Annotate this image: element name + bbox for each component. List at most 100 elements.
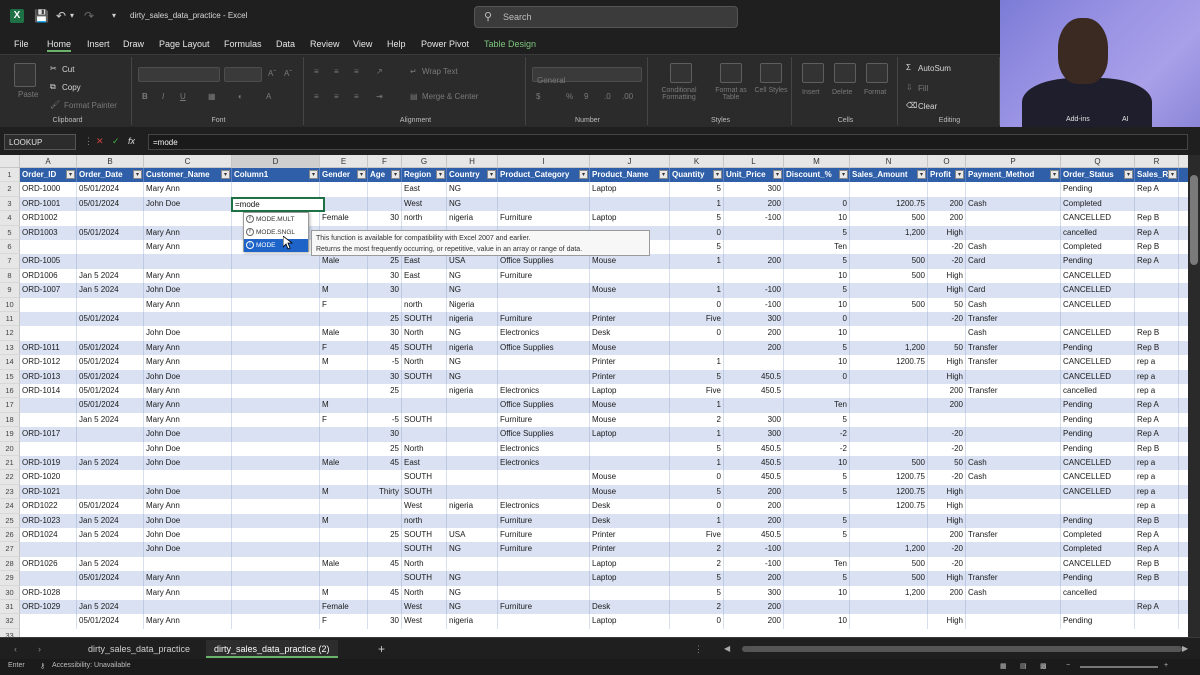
table-cell[interactable]: 500 <box>850 456 928 471</box>
table-cell[interactable]: 200 <box>928 384 966 399</box>
table-cell[interactable]: 5 <box>670 585 724 600</box>
tab-review[interactable]: Review <box>310 39 340 49</box>
table-cell[interactable]: 25 <box>368 441 402 456</box>
table-cell[interactable]: Pending <box>1061 398 1135 413</box>
table-cell[interactable]: 0 <box>670 470 724 485</box>
table-cell[interactable]: Furniture <box>498 513 590 528</box>
table-cell[interactable]: Electronics <box>498 326 590 341</box>
table-cell[interactable]: nigeria <box>447 340 498 356</box>
font-name-box[interactable] <box>138 67 220 82</box>
column-title[interactable]: Country ▾ <box>447 168 498 183</box>
table-cell[interactable] <box>144 211 232 226</box>
table-cell[interactable]: Pending <box>1061 427 1135 442</box>
table-cell[interactable]: Printer <box>590 312 670 327</box>
table-cell[interactable]: 30 <box>368 268 402 284</box>
column-header-b[interactable]: B <box>77 155 144 168</box>
table-cell[interactable]: 30 <box>368 211 402 226</box>
table-cell[interactable]: NG <box>447 542 498 557</box>
table-cell[interactable]: 0 <box>670 499 724 514</box>
table-cell[interactable] <box>498 182 590 197</box>
table-cell[interactable]: Rep A <box>1135 254 1179 269</box>
table-cell[interactable]: West <box>402 600 447 615</box>
table-cell[interactable]: 200 <box>724 614 784 629</box>
table-cell[interactable]: CANCELLED <box>1061 484 1135 500</box>
table-cell[interactable]: Furniture <box>498 211 590 226</box>
table-cell[interactable] <box>724 398 784 413</box>
column-header-m[interactable]: M <box>784 155 850 168</box>
table-cell[interactable]: 25 <box>368 254 402 269</box>
table-cell[interactable] <box>966 369 1061 384</box>
indent-icon[interactable]: ⇥ <box>376 92 383 101</box>
table-cell[interactable] <box>850 326 928 341</box>
table-cell[interactable]: Electronics <box>498 441 590 456</box>
table-cell[interactable]: 45 <box>368 556 402 572</box>
clear-button[interactable]: Clear <box>918 102 937 111</box>
row-header[interactable]: 33 <box>0 628 20 637</box>
table-cell[interactable]: CANCELLED <box>1061 283 1135 298</box>
column-title[interactable]: Unit_Price ▾ <box>724 168 784 183</box>
table-cell[interactable]: 5 <box>784 254 850 269</box>
table-cell[interactable]: High <box>928 268 966 284</box>
table-cell[interactable] <box>498 355 590 370</box>
table-cell[interactable]: 500 <box>850 254 928 269</box>
filter-dropdown-icon[interactable]: ▾ <box>773 170 782 179</box>
table-cell[interactable] <box>320 384 368 399</box>
table-cell[interactable]: 30 <box>368 326 402 341</box>
table-cell[interactable]: Office Supplies <box>498 398 590 413</box>
table-cell[interactable]: Rep B <box>1135 240 1179 255</box>
table-cell[interactable]: Mary Ann <box>144 355 232 370</box>
table-cell[interactable]: -20 <box>928 312 966 327</box>
column-header-f[interactable]: F <box>368 155 402 168</box>
table-cell[interactable]: -100 <box>724 556 784 572</box>
table-cell[interactable] <box>966 268 1061 284</box>
table-cell[interactable]: 200 <box>724 484 784 500</box>
table-cell[interactable] <box>498 571 590 586</box>
row-header[interactable]: 6 <box>0 240 20 255</box>
redo-icon[interactable]: ↷ <box>84 9 94 23</box>
table-cell[interactable]: Printer <box>590 355 670 370</box>
table-cell[interactable] <box>447 556 498 572</box>
table-cell[interactable] <box>850 427 928 442</box>
table-cell[interactable]: Cash <box>966 240 1061 255</box>
table-cell[interactable]: 5 <box>784 571 850 586</box>
table-cell[interactable] <box>402 384 447 399</box>
table-cell[interactable] <box>320 441 368 456</box>
table-cell[interactable]: ORD-1001 <box>20 196 77 212</box>
row-header[interactable]: 18 <box>0 412 20 428</box>
bold-icon[interactable]: B <box>142 92 148 101</box>
borders-icon[interactable]: ▦ <box>208 92 216 101</box>
table-cell[interactable]: USA <box>447 254 498 269</box>
row-header[interactable]: 16 <box>0 384 20 399</box>
font-color-icon[interactable]: A <box>266 92 271 101</box>
table-cell[interactable] <box>850 240 928 255</box>
page-layout-view-icon[interactable]: ▤ <box>1020 662 1027 670</box>
table-cell[interactable]: Mary Ann <box>144 585 232 600</box>
table-cell[interactable]: Mouse <box>590 283 670 298</box>
font-size-box[interactable] <box>224 67 262 82</box>
font-grow-icon[interactable]: Aˆ <box>268 69 276 78</box>
column-header-i[interactable]: I <box>498 155 590 168</box>
cell-styles-button[interactable]: Cell Styles <box>754 87 788 94</box>
table-cell[interactable]: 30 <box>368 614 402 629</box>
paste-icon[interactable] <box>14 63 36 87</box>
table-cell[interactable]: 05/01/2024 <box>77 355 144 370</box>
table-cell[interactable]: 1,200 <box>850 340 928 356</box>
table-cell[interactable]: Furniture <box>498 528 590 543</box>
table-cell[interactable]: North <box>402 585 447 600</box>
accessibility-icon[interactable]: ⚷ <box>40 662 45 670</box>
table-cell[interactable] <box>784 384 850 399</box>
table-cell[interactable] <box>850 441 928 456</box>
table-cell[interactable]: 450.5 <box>724 384 784 399</box>
table-cell[interactable]: 200 <box>724 254 784 269</box>
filter-dropdown-icon[interactable]: ▾ <box>1168 170 1177 179</box>
table-cell[interactable]: 1 <box>670 456 724 471</box>
table-cell[interactable]: Rep B <box>1135 340 1179 356</box>
filter-dropdown-icon[interactable]: ▾ <box>487 170 496 179</box>
table-cell[interactable] <box>784 600 850 615</box>
align-top-icon[interactable]: ≡ <box>314 67 319 76</box>
filter-dropdown-icon[interactable]: ▾ <box>1124 170 1133 179</box>
name-box[interactable]: LOOKUP <box>4 134 76 150</box>
table-cell[interactable]: CANCELLED <box>1061 355 1135 370</box>
table-cell[interactable]: West <box>402 614 447 629</box>
table-cell[interactable] <box>498 369 590 384</box>
